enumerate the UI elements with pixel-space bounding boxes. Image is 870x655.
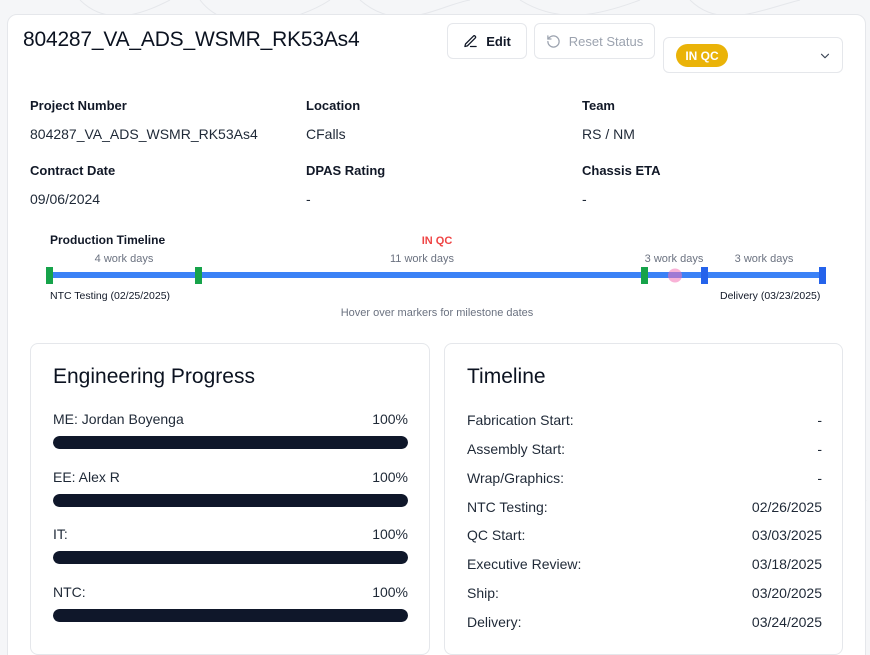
team-label: Team bbox=[582, 98, 615, 113]
progress-bar bbox=[53, 551, 408, 564]
production-timeline-title: Production Timeline bbox=[50, 233, 166, 247]
timeline-track bbox=[50, 272, 826, 278]
progress-fill bbox=[53, 609, 408, 622]
timeline-row-value: 03/24/2025 bbox=[751, 614, 822, 630]
project-number-label: Project Number bbox=[30, 98, 127, 113]
edit-button-label: Edit bbox=[486, 33, 511, 49]
timeline-row: Delivery: 03/24/2025 bbox=[467, 614, 822, 634]
progress-bar bbox=[53, 436, 408, 449]
chassis-eta-value: - bbox=[582, 191, 587, 207]
timeline-row-value: - bbox=[817, 441, 822, 457]
location-value: CFalls bbox=[306, 126, 346, 142]
team-value: RS / NM bbox=[582, 126, 635, 142]
timeline-start-label: NTC Testing (02/25/2025) bbox=[50, 290, 171, 302]
timeline-row-value: 03/03/2025 bbox=[751, 527, 822, 543]
milestone-marker bbox=[819, 267, 826, 284]
timeline-row-value: - bbox=[817, 470, 822, 486]
timeline-row-label: Delivery: bbox=[467, 614, 522, 630]
timeline-row-label: Ship: bbox=[467, 585, 499, 601]
timeline-row: NTC Testing: 02/26/2025 bbox=[467, 499, 822, 519]
progress-value: 100% bbox=[372, 469, 408, 485]
progress-value: 100% bbox=[372, 411, 408, 427]
edit-button[interactable]: Edit bbox=[447, 23, 527, 59]
timeline-row-label: Executive Review: bbox=[467, 556, 582, 572]
engineering-progress-title: Engineering Progress bbox=[53, 365, 255, 388]
progress-value: 100% bbox=[372, 584, 408, 600]
progress-label: IT: bbox=[53, 526, 68, 542]
milestone-marker bbox=[195, 267, 202, 284]
reset-status-label: Reset Status bbox=[568, 33, 644, 49]
progress-fill bbox=[53, 494, 408, 507]
contract-date-value: 09/06/2024 bbox=[30, 191, 101, 207]
timeline-row: Assembly Start: - bbox=[467, 441, 822, 461]
progress-bar bbox=[53, 494, 408, 507]
timeline-row: Fabrication Start: - bbox=[467, 412, 822, 432]
timeline-row-label: QC Start: bbox=[467, 527, 526, 543]
timeline-row-value: 02/26/2025 bbox=[751, 499, 822, 515]
timeline-row-value: - bbox=[817, 412, 822, 428]
timeline-row-label: Fabrication Start: bbox=[467, 412, 574, 428]
project-number-value: 804287_VA_ADS_WSMR_RK53As4 bbox=[30, 126, 258, 142]
pencil-icon bbox=[463, 34, 478, 49]
timeline-hint: Hover over markers for milestone dates bbox=[340, 307, 534, 319]
timeline-row-label: Assembly Start: bbox=[467, 441, 566, 457]
engineering-progress-panel: Engineering Progress ME: Jordan Boyenga … bbox=[30, 343, 430, 655]
reset-status-button[interactable]: Reset Status bbox=[534, 23, 655, 59]
progress-label: EE: Alex R bbox=[53, 469, 120, 485]
timeline-row-value: 03/20/2025 bbox=[751, 585, 822, 601]
current-stage-label: IN QC bbox=[421, 235, 453, 247]
timeline-row: QC Start: 03/03/2025 bbox=[467, 527, 822, 547]
timeline-row: Wrap/Graphics: - bbox=[467, 470, 822, 490]
timeline-row-value: 03/18/2025 bbox=[751, 556, 822, 572]
timeline-row-label: Wrap/Graphics: bbox=[467, 470, 564, 486]
current-position-marker bbox=[668, 268, 682, 283]
contract-date-label: Contract Date bbox=[30, 163, 116, 178]
location-label: Location bbox=[306, 98, 361, 113]
status-select[interactable]: IN QC bbox=[663, 37, 843, 73]
milestone-marker bbox=[46, 267, 53, 284]
milestone-marker bbox=[701, 267, 708, 284]
progress-label: ME: Jordan Boyenga bbox=[53, 411, 184, 427]
timeline-row: Ship: 03/20/2025 bbox=[467, 585, 822, 605]
chassis-eta-label: Chassis ETA bbox=[582, 163, 661, 178]
progress-fill bbox=[53, 551, 408, 564]
dpas-rating-label: DPAS Rating bbox=[306, 163, 386, 178]
timeline-row-label: NTC Testing: bbox=[467, 499, 548, 515]
progress-label: NTC: bbox=[53, 584, 86, 600]
page-title: 804287_VA_ADS_WSMR_RK53As4 bbox=[23, 28, 360, 51]
progress-bar bbox=[53, 609, 408, 622]
progress-value: 100% bbox=[372, 526, 408, 542]
timeline-row: Executive Review: 03/18/2025 bbox=[467, 556, 822, 576]
status-badge: IN QC bbox=[676, 44, 728, 67]
timeline-panel: Timeline Fabrication Start: - Assembly S… bbox=[444, 343, 843, 655]
production-timeline-bar bbox=[46, 267, 826, 284]
milestone-marker bbox=[641, 267, 648, 284]
progress-fill bbox=[53, 436, 408, 449]
rotate-ccw-icon bbox=[546, 34, 561, 49]
dpas-rating-value: - bbox=[306, 191, 311, 207]
chevron-down-icon bbox=[818, 49, 832, 68]
timeline-title: Timeline bbox=[467, 365, 546, 388]
timeline-end-label: Delivery (03/23/2025) bbox=[720, 290, 821, 302]
